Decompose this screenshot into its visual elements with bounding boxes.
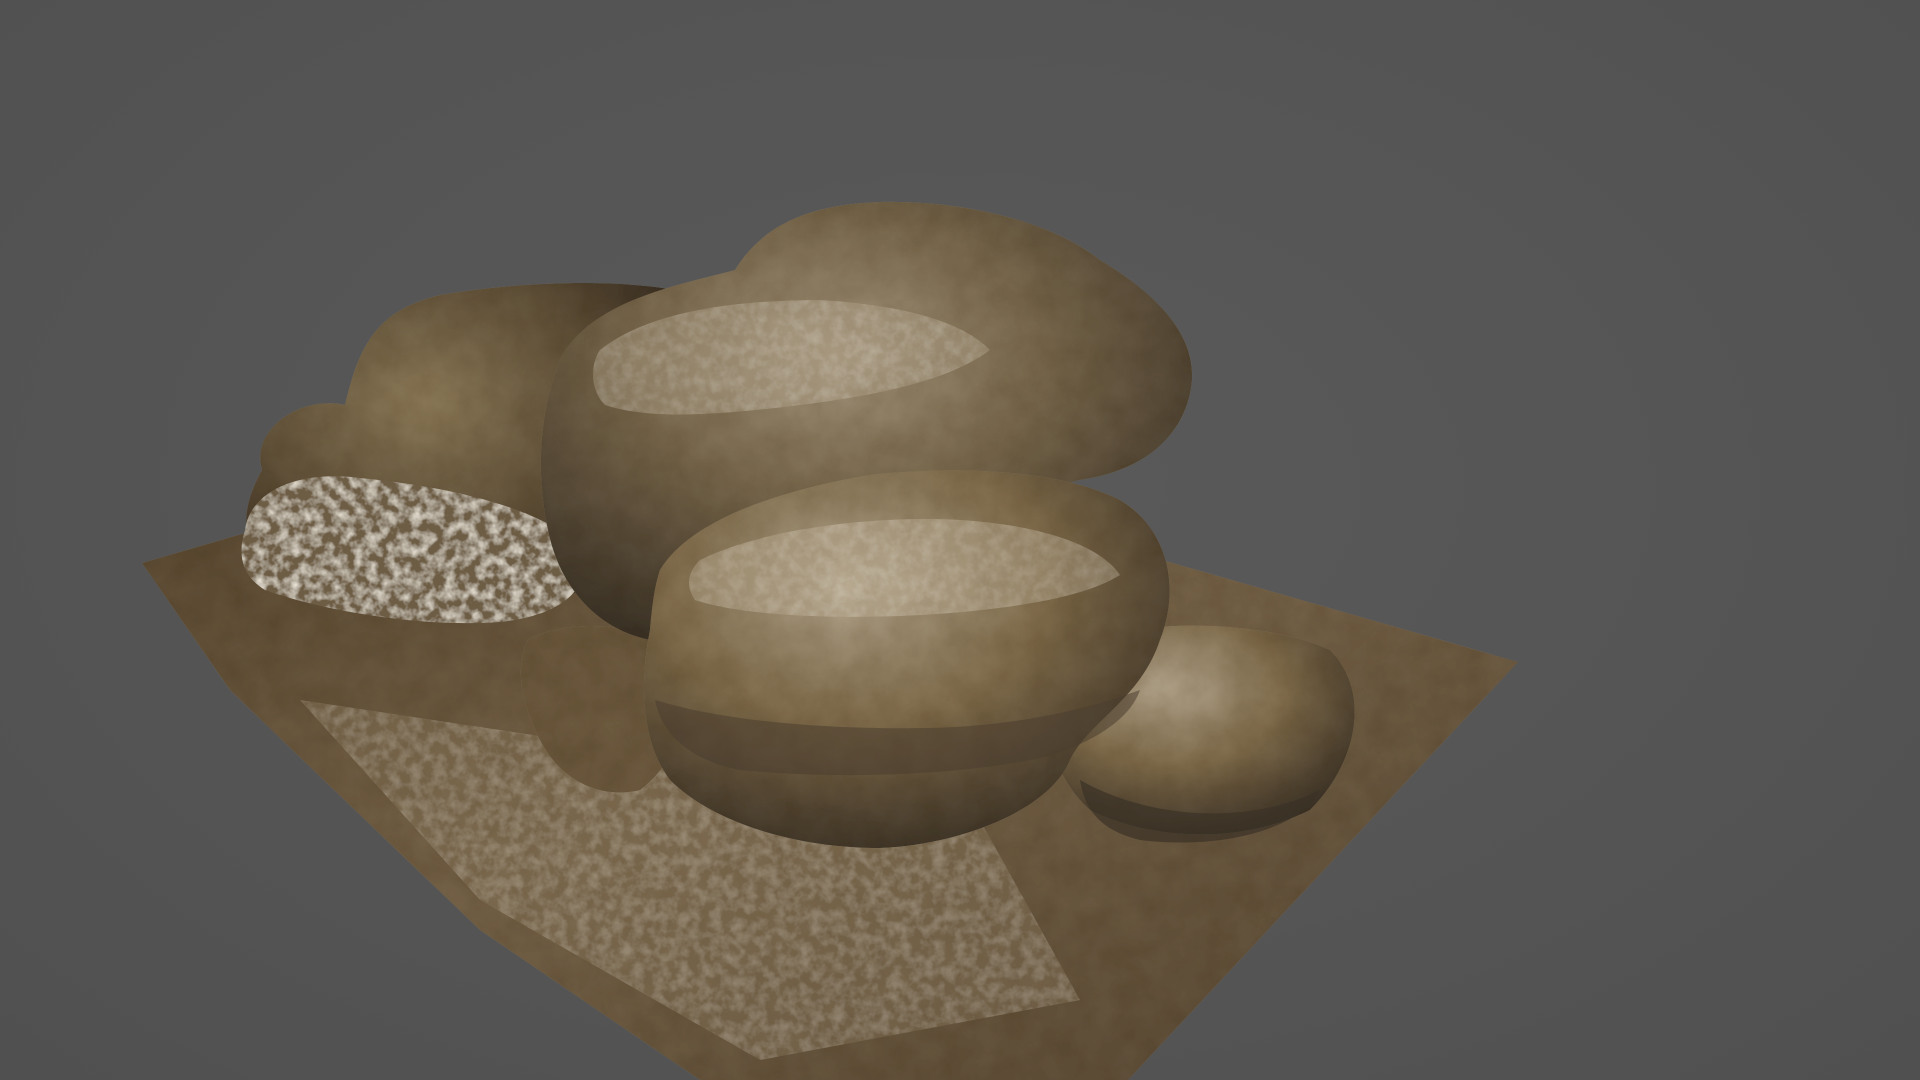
rock-scene[interactable]	[0, 0, 1920, 1080]
3d-viewport[interactable]	[0, 0, 1920, 1080]
